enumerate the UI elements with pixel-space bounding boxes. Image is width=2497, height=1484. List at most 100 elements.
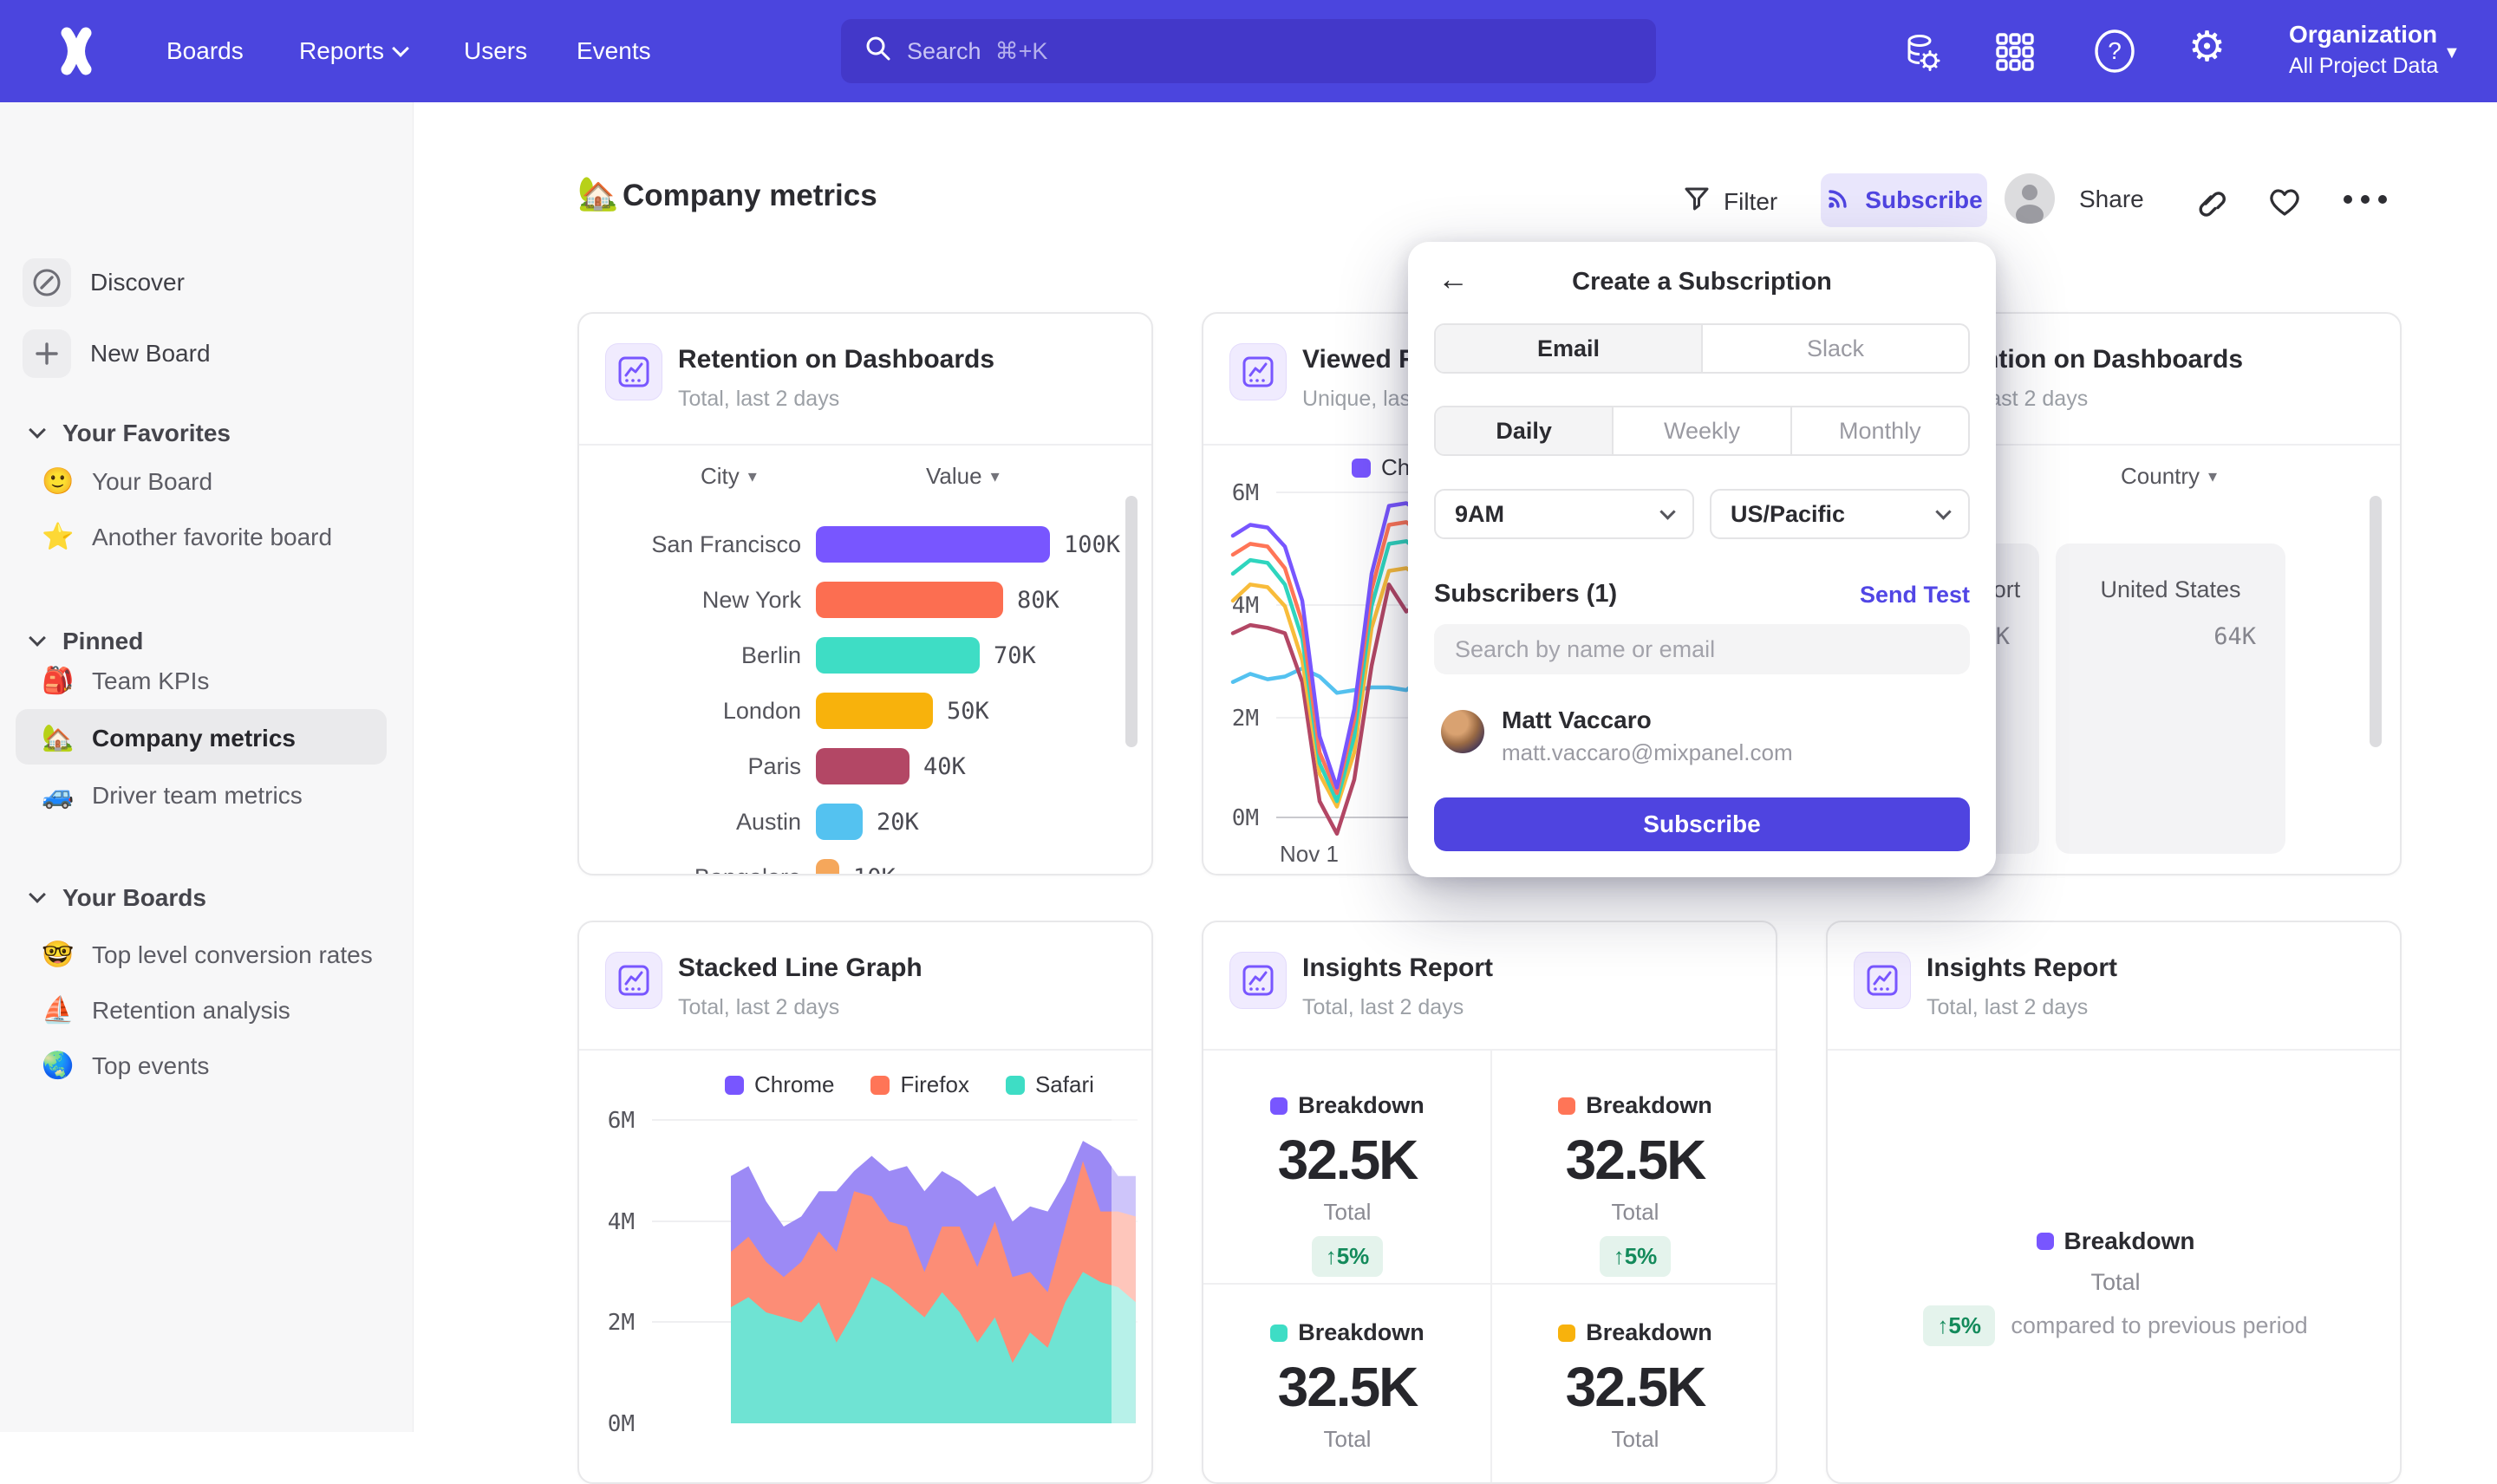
bar-row: London50K bbox=[579, 692, 989, 730]
send-test-link[interactable]: Send Test bbox=[1860, 582, 1970, 609]
tab-weekly[interactable]: Weekly bbox=[1612, 407, 1790, 454]
card-subtitle: Total, last 2 days bbox=[1927, 995, 2088, 1020]
card-retention-on-dashboards: Retention on Dashboards Total, last 2 da… bbox=[577, 312, 1153, 875]
subscribers-label: Subscribers (1) bbox=[1434, 580, 1617, 609]
chart-card-icon bbox=[605, 343, 662, 400]
org-caret-icon: ▼ bbox=[2443, 43, 2461, 63]
group-cell-country[interactable]: United States64K bbox=[2056, 543, 2285, 854]
breakdown-legend: Breakdown bbox=[1828, 1227, 2402, 1255]
bar-row: San Francisco100K bbox=[579, 525, 1120, 563]
time-select[interactable]: 9AM bbox=[1434, 489, 1694, 539]
timezone-select[interactable]: US/Pacific bbox=[1710, 489, 1970, 539]
chevron-down-icon bbox=[392, 40, 409, 57]
global-search-input[interactable]: Search ⌘+K bbox=[841, 19, 1656, 83]
sidebar-item-driver-team-metrics[interactable]: 🚙Driver team metrics bbox=[42, 780, 303, 810]
scrollbar[interactable] bbox=[2370, 496, 2382, 747]
trend-badge: ↑5% bbox=[1312, 1236, 1384, 1277]
filter-funnel-icon bbox=[1682, 184, 1711, 219]
board-emoji: 🚙 bbox=[42, 780, 76, 810]
comparison-row: ↑5% compared to previous period bbox=[1828, 1305, 2402, 1346]
bar-row: Austin20K bbox=[579, 803, 919, 841]
tab-slack[interactable]: Slack bbox=[1701, 325, 1968, 372]
section-your-favorites[interactable]: Your Favorites bbox=[31, 420, 231, 447]
chevron-down-icon bbox=[1935, 504, 1951, 519]
trend-badge: ↑5% bbox=[1923, 1305, 1995, 1346]
nav-events[interactable]: Events bbox=[577, 0, 651, 102]
card-title: Insights Report bbox=[1927, 954, 2117, 983]
compass-icon bbox=[23, 258, 71, 307]
share-button[interactable]: Share bbox=[2079, 186, 2144, 213]
board-emoji: 🤓 bbox=[42, 940, 76, 970]
nav-reports[interactable]: Reports bbox=[299, 0, 407, 102]
legend-dot bbox=[1558, 1325, 1575, 1342]
copy-link-icon[interactable] bbox=[2188, 180, 2228, 225]
sidebar-item-retention-analysis[interactable]: ⛵Retention analysis bbox=[42, 995, 290, 1025]
sidebar-item-top-events[interactable]: 🌏Top events bbox=[42, 1051, 209, 1081]
apps-grid-icon[interactable] bbox=[1994, 31, 2036, 73]
page-title: Company metrics bbox=[623, 179, 877, 213]
data-management-icon[interactable] bbox=[1900, 29, 1946, 75]
subscriber-email: matt.vaccaro@mixpanel.com bbox=[1502, 739, 1793, 766]
metric-tile: Breakdown 32.5K Total ↑5% bbox=[1491, 1092, 1777, 1277]
user-avatar[interactable] bbox=[2005, 173, 2055, 224]
frequency-tabs: Daily Weekly Monthly bbox=[1434, 406, 1970, 456]
sidebar-new-board[interactable]: New Board bbox=[23, 329, 211, 378]
chart-card-icon bbox=[1854, 952, 1911, 1009]
bar-row: Berlin70K bbox=[579, 636, 1036, 674]
bar-row: Bangalore10K bbox=[579, 858, 896, 875]
column-header-value[interactable]: Value▾ bbox=[926, 463, 1000, 490]
top-nav: Boards Reports Users Events Search ⌘+K ?… bbox=[0, 0, 2497, 102]
channel-tabs: Email Slack bbox=[1434, 323, 1970, 374]
sidebar-item-your-board[interactable]: 🙂Your Board bbox=[42, 466, 212, 497]
subscribe-button[interactable]: Subscribe bbox=[1821, 173, 1987, 227]
more-options-icon[interactable] bbox=[2341, 192, 2389, 211]
card-subtitle: Total, last 2 days bbox=[678, 387, 839, 412]
board-emoji: 🌏 bbox=[42, 1051, 76, 1081]
favorite-heart-icon[interactable] bbox=[2265, 180, 2305, 225]
stacked-area-chart bbox=[579, 922, 1153, 1484]
column-header-city[interactable]: City▾ bbox=[701, 463, 757, 490]
modal-subscribe-button[interactable]: Subscribe bbox=[1434, 797, 1970, 851]
nav-users[interactable]: Users bbox=[464, 0, 527, 102]
card-title: Insights Report bbox=[1302, 954, 1493, 983]
sidebar-discover[interactable]: Discover bbox=[23, 258, 185, 307]
legend-dot bbox=[1558, 1097, 1575, 1115]
new-board-label: New Board bbox=[90, 340, 211, 368]
plus-icon bbox=[23, 329, 71, 378]
project-name: All Project Data bbox=[2289, 54, 2438, 79]
column-header-country[interactable]: Country▾ bbox=[2121, 463, 2217, 490]
filter-button[interactable]: Filter bbox=[1682, 184, 1777, 219]
sidebar-item-company-metrics[interactable]: 🏡Company metrics bbox=[42, 723, 296, 753]
subscriber-search-input[interactable] bbox=[1434, 624, 1970, 674]
board-emoji: 🏡 bbox=[42, 723, 76, 753]
metric-tile: Breakdown 32.5K Total bbox=[1491, 1319, 1777, 1453]
board-emoji: 🎒 bbox=[42, 666, 76, 696]
help-icon[interactable]: ? bbox=[2091, 28, 2138, 75]
sidebar-item-top-level-conversion[interactable]: 🤓Top level conversion rates bbox=[42, 940, 373, 970]
board-emoji: 🙂 bbox=[42, 466, 76, 497]
comparison-note: compared to previous period bbox=[2011, 1312, 2307, 1338]
trend-badge: ↑5% bbox=[1600, 1236, 1672, 1277]
sidebar-item-team-kpis[interactable]: 🎒Team KPIs bbox=[42, 666, 209, 696]
board-emoji: 🏡 bbox=[577, 175, 618, 213]
modal-title: Create a Subscription bbox=[1408, 268, 1996, 296]
scrollbar[interactable] bbox=[1125, 496, 1138, 747]
svg-text:?: ? bbox=[2108, 37, 2122, 64]
settings-gear-icon[interactable]: ⚙ bbox=[2188, 23, 2226, 71]
sidebar-item-another-favorite[interactable]: ⭐Another favorite board bbox=[42, 522, 332, 552]
nav-boards[interactable]: Boards bbox=[166, 0, 244, 102]
tab-email[interactable]: Email bbox=[1436, 325, 1701, 372]
subscriber-avatar bbox=[1441, 710, 1484, 753]
tab-daily[interactable]: Daily bbox=[1436, 407, 1612, 454]
legend-dot bbox=[1270, 1325, 1288, 1342]
card-stacked-line-graph: Stacked Line Graph Total, last 2 days Ch… bbox=[577, 921, 1153, 1484]
org-switcher[interactable]: Organization All Project Data bbox=[2289, 21, 2438, 79]
mixpanel-logo[interactable] bbox=[49, 23, 104, 83]
section-your-boards[interactable]: Your Boards bbox=[31, 884, 206, 912]
tab-monthly[interactable]: Monthly bbox=[1790, 407, 1968, 454]
card-subtitle: Total, last 2 days bbox=[1302, 995, 1464, 1020]
subscriber-name: Matt Vaccaro bbox=[1502, 706, 1652, 734]
search-icon bbox=[864, 34, 893, 69]
section-pinned[interactable]: Pinned bbox=[31, 628, 143, 655]
create-subscription-modal: ← Create a Subscription Email Slack Dail… bbox=[1408, 242, 1996, 877]
